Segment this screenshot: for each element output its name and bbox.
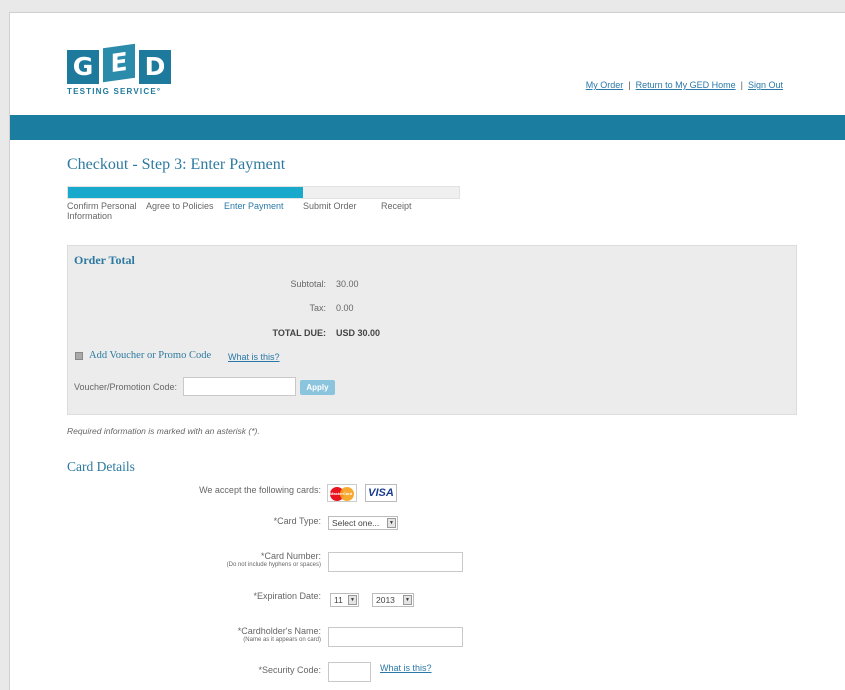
security-code-input[interactable] — [328, 662, 371, 682]
expiration-year-value: 2013 — [376, 595, 395, 605]
step-label: Agree to Policies — [146, 201, 214, 211]
step-label-line2: Information — [67, 211, 113, 221]
card-number-hint: (Do not include hyphens or spaces) — [226, 562, 321, 568]
card-type-label: *Card Type: — [273, 516, 321, 526]
step-label: Enter Payment — [224, 201, 284, 211]
order-total-panel: Order Total Subtotal: 30.00 Tax: 0.00 TO… — [67, 245, 797, 415]
voucher-field-label: Voucher/Promotion Code: — [74, 382, 178, 392]
sign-out-link[interactable]: Sign Out — [748, 80, 783, 90]
my-order-link[interactable]: My Order — [586, 80, 624, 90]
chevron-down-icon: ▼ — [387, 518, 396, 528]
step-label: Submit Order — [303, 201, 357, 211]
step-submit-order: Submit Order — [303, 201, 357, 211]
subtotal-value: 30.00 — [336, 279, 359, 289]
visa-icon: VISA — [365, 484, 397, 502]
page-title: Checkout - Step 3: Enter Payment — [67, 156, 286, 173]
order-total-title: Order Total — [74, 253, 135, 267]
expiration-year-select[interactable]: 2013 ▼ — [372, 593, 414, 607]
checkout-progress-fill — [68, 187, 303, 198]
page: G E D TESTING SERVICE° My Order | Return t… — [9, 12, 845, 690]
voucher-toggle-label[interactable]: Add Voucher or Promo Code — [89, 350, 211, 361]
cardholder-name-label-group: *Cardholder's Name: (Name as it appears … — [238, 626, 321, 644]
cardholder-name-label: *Cardholder's Name: — [237, 626, 321, 636]
card-type-select[interactable]: Select one... ▼ — [328, 516, 398, 530]
step-label: Confirm Personal — [67, 201, 137, 211]
logo-letter-d: D — [139, 50, 171, 84]
total-due-label: TOTAL DUE: — [272, 328, 327, 338]
total-due-value: USD 30.00 — [336, 328, 381, 338]
return-home-link[interactable]: Return to My GED Home — [636, 80, 736, 90]
step-receipt: Receipt — [381, 201, 412, 211]
cardholder-name-input[interactable] — [328, 627, 463, 647]
ged-logo[interactable]: G E D TESTING SERVICE° — [67, 43, 187, 106]
card-number-input[interactable] — [328, 552, 463, 572]
expiration-month-value: 11 — [334, 595, 343, 605]
tax-label: Tax: — [309, 303, 326, 313]
mastercard-text: MasterCard — [330, 491, 353, 496]
security-code-label: *Security Code: — [258, 665, 321, 675]
required-note: Required information is marked with an a… — [67, 426, 260, 436]
security-code-help-link[interactable]: What is this? — [380, 663, 432, 673]
apply-button[interactable]: Apply — [300, 380, 335, 395]
chevron-down-icon: ▼ — [348, 595, 357, 605]
chevron-down-icon: ▼ — [403, 595, 412, 605]
mastercard-icon: MasterCard — [327, 484, 357, 502]
step-agree-policies: Agree to Policies — [146, 201, 214, 211]
link-separator: | — [740, 80, 743, 90]
step-label: Receipt — [381, 201, 412, 211]
card-type-value: Select one... — [332, 518, 380, 528]
expiration-month-select[interactable]: 11 ▼ — [330, 593, 359, 607]
tax-value: 0.00 — [336, 303, 354, 313]
voucher-checkbox[interactable] — [75, 352, 83, 360]
header-band — [10, 115, 845, 140]
cardholder-name-hint: (Name as it appears on card) — [243, 637, 321, 643]
checkout-progress-bar — [67, 186, 460, 199]
logo-letter-e: E — [103, 43, 135, 83]
voucher-code-input[interactable] — [183, 377, 296, 396]
card-number-label: *Card Number: — [260, 551, 321, 561]
header-links: My Order | Return to My GED Home | Sign Out — [586, 80, 783, 90]
card-details-title: Card Details — [67, 459, 135, 474]
voucher-help-link[interactable]: What is this? — [228, 352, 280, 362]
subtotal-label: Subtotal: — [290, 279, 326, 289]
logo-tagline: TESTING SERVICE° — [67, 87, 162, 96]
step-confirm-personal: Confirm Personal Information — [67, 201, 137, 221]
expiration-date-label: *Expiration Date: — [253, 591, 321, 601]
logo-letter-g: G — [67, 50, 99, 84]
card-number-label-group: *Card Number: (Do not include hyphens or… — [227, 551, 321, 569]
step-enter-payment: Enter Payment — [224, 201, 284, 211]
accepted-cards-label: We accept the following cards: — [199, 485, 321, 495]
link-separator: | — [628, 80, 631, 90]
